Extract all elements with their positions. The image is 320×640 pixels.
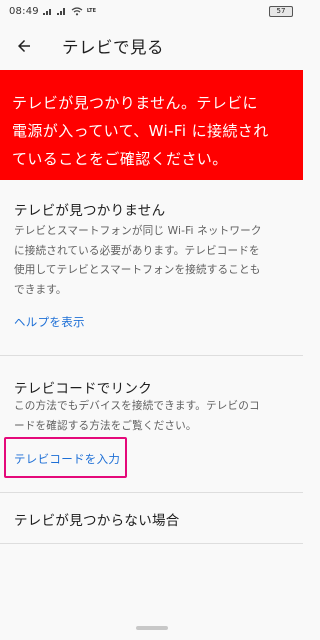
- status-left: 08:49 LTE: [9, 6, 96, 17]
- alert-line: テレビが見つかりません。テレビに: [12, 94, 258, 112]
- network-type: LTE: [86, 7, 97, 14]
- divider: [0, 543, 303, 544]
- alert-line: 電源が入っていて、Wi-Fi に接続され: [12, 122, 269, 140]
- tv-code-description: この方法でもデバイスを接続できます。テレビのコ ードを確認する方法をご覧ください…: [14, 397, 292, 436]
- page-title: テレビで見る: [62, 38, 164, 57]
- description-line: この方法でもデバイスを接続できます。テレビのコ: [14, 400, 260, 412]
- highlight-box: [4, 437, 127, 478]
- battery-level: 57: [276, 7, 286, 15]
- app-bar: テレビで見る: [0, 22, 303, 70]
- error-banner: テレビが見つかりません。テレビに 電源が入っていて、Wi-Fi に接続され てい…: [0, 70, 303, 180]
- not-found-description: テレビとスマートフォンが同じ Wi-Fi ネットワーク に接続されている必要があ…: [14, 222, 292, 300]
- troubleshoot-link[interactable]: テレビが見つからない場合: [14, 509, 180, 529]
- status-time: 08:49: [9, 5, 39, 17]
- divider: [0, 492, 303, 493]
- description-line: に接続されている必要があります。テレビコードを: [14, 244, 260, 257]
- alert-line: ていることをご確認ください。: [12, 150, 228, 168]
- status-bar: 08:49 LTE 57: [0, 0, 303, 22]
- divider: [0, 355, 303, 356]
- gesture-nav-bar[interactable]: [136, 626, 168, 630]
- not-found-title: テレビが見つかりません: [14, 203, 166, 219]
- help-link[interactable]: ヘルプを表示: [14, 314, 85, 330]
- description-line: テレビとスマートフォンが同じ Wi-Fi ネットワーク: [14, 225, 262, 237]
- description-line: ードを確認する方法をご覧ください。: [14, 419, 197, 432]
- tv-code-title: テレビコードでリンク: [14, 381, 152, 397]
- description-line: 使用してテレビとスマートフォンを接続することも: [14, 264, 261, 276]
- back-button[interactable]: [12, 34, 36, 58]
- description-line: できます。: [14, 283, 67, 296]
- signal-icon-2: [56, 8, 65, 15]
- battery-icon: 57: [269, 5, 293, 17]
- signal-icon: [42, 9, 51, 15]
- wifi-icon: [71, 6, 83, 15]
- arrow-left-icon: [18, 40, 30, 52]
